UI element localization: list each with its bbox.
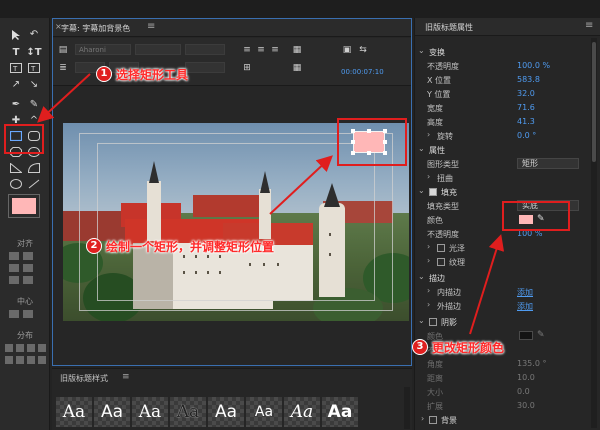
step-3-callout: 更改矩形颜色 — [432, 341, 505, 355]
step-1-callout: 选择矩形工具 — [116, 68, 189, 82]
step-3-badge: 3 — [412, 339, 428, 355]
step-1-badge: 1 — [96, 66, 112, 82]
step-2-callout: 绘制一个矩形，并调整矩形位置 — [106, 240, 275, 254]
step-2-badge: 2 — [86, 238, 102, 254]
annotation-arrows — [37, 73, 505, 335]
